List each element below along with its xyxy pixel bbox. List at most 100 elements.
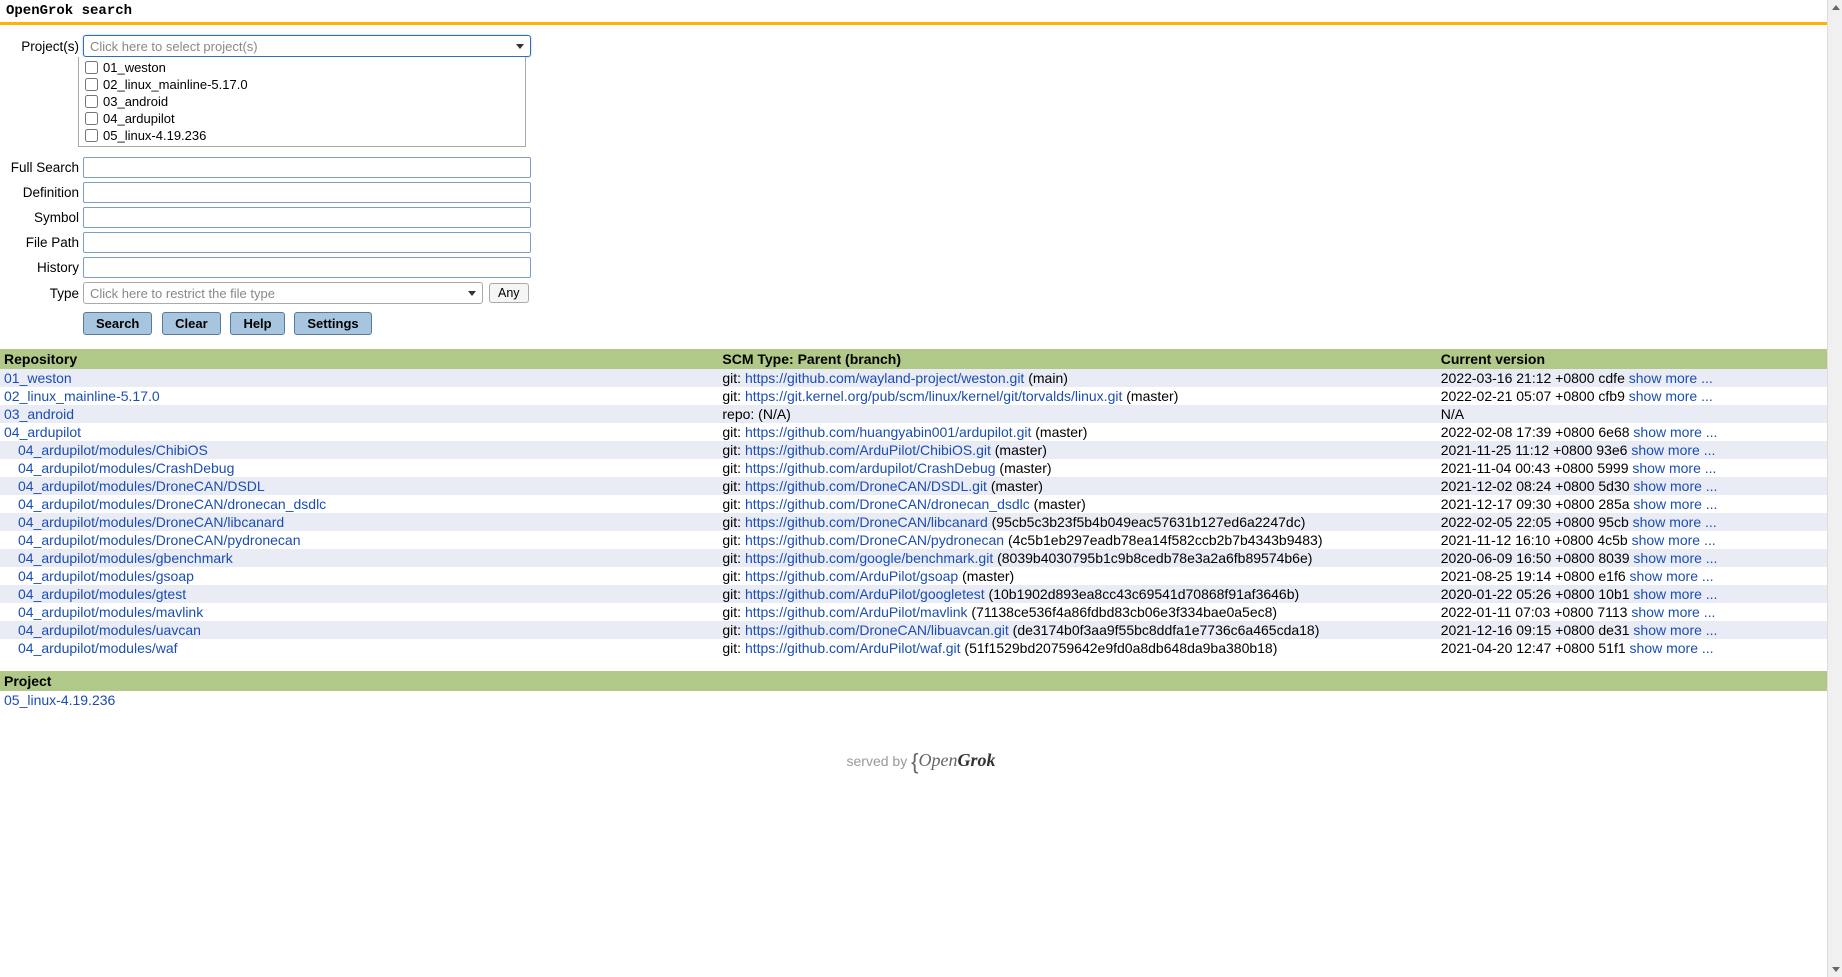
show-more-link[interactable]: show more ... <box>1629 370 1713 386</box>
scm-url[interactable]: https://git.kernel.org/pub/scm/linux/ker… <box>745 388 1122 404</box>
help-button[interactable]: Help <box>230 312 284 335</box>
scroll-down-icon[interactable] <box>1828 962 1842 977</box>
repo-link[interactable]: 02_linux_mainline-5.17.0 <box>4 388 160 404</box>
scm-prefix: git: <box>722 460 745 476</box>
repo-link[interactable]: 04_ardupilot/modules/gtest <box>18 586 186 602</box>
scm-url[interactable]: https://github.com/DroneCAN/libuavcan.gi… <box>745 622 1009 638</box>
scm-url[interactable]: https://github.com/ArduPilot/googletest <box>745 586 985 602</box>
repo-link[interactable]: 04_ardupilot/modules/uavcan <box>18 622 201 638</box>
scm-url[interactable]: https://github.com/DroneCAN/DSDL.git <box>745 478 987 494</box>
scm-url[interactable]: https://github.com/DroneCAN/pydronecan <box>745 532 1004 548</box>
definition-label: Definition <box>5 185 79 200</box>
settings-button[interactable]: Settings <box>294 312 371 335</box>
search-button[interactable]: Search <box>83 312 152 335</box>
project-option-label: 02_linux_mainline-5.17.0 <box>103 77 248 92</box>
repo-link[interactable]: 04_ardupilot/modules/ChibiOS <box>18 442 208 458</box>
project-checkbox[interactable] <box>85 95 98 108</box>
scm-url[interactable]: https://github.com/DroneCAN/libcanard <box>745 514 988 530</box>
type-label: Type <box>5 286 79 301</box>
scm-prefix: git: <box>722 568 745 584</box>
project-option[interactable]: 01_weston <box>79 59 525 76</box>
version-text: 2020-01-22 05:26 +0800 10b1 <box>1441 586 1634 602</box>
repo-link[interactable]: 04_ardupilot/modules/waf <box>18 640 178 656</box>
table-row: 04_ardupilot/modules/mavlinkgit: https:/… <box>0 603 1842 621</box>
version-text: 2021-12-17 09:30 +0800 285a <box>1441 496 1634 512</box>
scm-url[interactable]: https://github.com/ArduPilot/ChibiOS.git <box>745 442 991 458</box>
project-option[interactable]: 05_linux-4.19.236 <box>79 127 525 144</box>
show-more-link[interactable]: show more ... <box>1633 586 1717 602</box>
project-checkbox[interactable] <box>85 61 98 74</box>
footer: served by {OpenGrok <box>0 749 1842 775</box>
version-text: 2022-02-08 17:39 +0800 6e68 <box>1441 424 1634 440</box>
repo-link[interactable]: 01_weston <box>4 370 72 386</box>
project-option[interactable]: 02_linux_mainline-5.17.0 <box>79 76 525 93</box>
version-text: 2021-08-25 19:14 +0800 e1f6 <box>1441 568 1630 584</box>
show-more-link[interactable]: show more ... <box>1633 622 1717 638</box>
scm-branch: (main) <box>1024 370 1068 386</box>
table-row: 04_ardupilot/modules/ChibiOSgit: https:/… <box>0 441 1842 459</box>
show-more-link[interactable]: show more ... <box>1630 568 1714 584</box>
scm-prefix: git: <box>722 532 745 548</box>
project-option[interactable]: 03_android <box>79 93 525 110</box>
repo-link[interactable]: 04_ardupilot <box>4 424 81 440</box>
repo-link[interactable]: 04_ardupilot/modules/DroneCAN/dronecan_d… <box>18 496 326 512</box>
page-title: OpenGrok search <box>0 0 1842 22</box>
show-more-link[interactable]: show more ... <box>1632 532 1716 548</box>
repo-link[interactable]: 04_ardupilot/modules/DroneCAN/libcanard <box>18 514 284 530</box>
show-more-link[interactable]: show more ... <box>1633 424 1717 440</box>
scm-branch: (71138ce536f4a86fdbd83cb06e3f334bae0a5ec… <box>968 604 1278 620</box>
any-button[interactable]: Any <box>489 283 529 303</box>
definition-input[interactable] <box>83 182 531 203</box>
scm-prefix: git: <box>722 388 745 404</box>
scm-url[interactable]: https://github.com/ardupilot/CrashDebug <box>745 460 996 476</box>
scrollbar[interactable] <box>1827 0 1842 977</box>
scm-prefix: git: <box>722 586 745 602</box>
repo-link[interactable]: 04_ardupilot/modules/DroneCAN/DSDL <box>18 478 265 494</box>
scm-branch: (master) <box>996 460 1052 476</box>
scm-branch: (master) <box>958 568 1014 584</box>
symbol-input[interactable] <box>83 207 531 228</box>
repo-link[interactable]: 04_ardupilot/modules/gbenchmark <box>18 550 233 566</box>
show-more-link[interactable]: show more ... <box>1630 640 1714 656</box>
version-text: 2021-12-02 08:24 +0800 5d30 <box>1441 478 1634 494</box>
project-link[interactable]: 05_linux-4.19.236 <box>4 692 115 708</box>
version-text: 2021-11-12 16:10 +0800 4c5b <box>1441 532 1632 548</box>
repo-link[interactable]: 04_ardupilot/modules/DroneCAN/pydronecan <box>18 532 301 548</box>
repo-link[interactable]: 04_ardupilot/modules/gsoap <box>18 568 194 584</box>
file-path-input[interactable] <box>83 232 531 253</box>
show-more-link[interactable]: show more ... <box>1633 478 1717 494</box>
project-option-label: 05_linux-4.19.236 <box>103 128 206 143</box>
scm-url[interactable]: https://github.com/ArduPilot/waf.git <box>745 640 961 656</box>
project-checkbox[interactable] <box>85 129 98 142</box>
project-option[interactable]: 04_ardupilot <box>79 110 525 127</box>
show-more-link[interactable]: show more ... <box>1631 604 1715 620</box>
show-more-link[interactable]: show more ... <box>1633 514 1717 530</box>
repo-link[interactable]: 03_android <box>4 406 74 422</box>
scm-url[interactable]: https://github.com/google/benchmark.git <box>745 550 993 566</box>
show-more-link[interactable]: show more ... <box>1633 550 1717 566</box>
repo-link[interactable]: 04_ardupilot/modules/mavlink <box>18 604 203 620</box>
scm-url[interactable]: https://github.com/wayland-project/westo… <box>745 370 1024 386</box>
show-more-link[interactable]: show more ... <box>1633 496 1717 512</box>
scm-url[interactable]: https://github.com/ArduPilot/gsoap <box>745 568 958 584</box>
scm-url[interactable]: https://github.com/huangyabin001/ardupil… <box>745 424 1031 440</box>
version-text: 2022-02-21 05:07 +0800 cfb9 <box>1441 388 1629 404</box>
scm-url[interactable]: https://github.com/DroneCAN/dronecan_dsd… <box>745 496 1030 512</box>
repo-link[interactable]: 04_ardupilot/modules/CrashDebug <box>18 460 234 476</box>
full-search-input[interactable] <box>83 157 531 178</box>
project-section-header: Project <box>0 671 1842 691</box>
clear-button[interactable]: Clear <box>162 312 221 335</box>
history-input[interactable] <box>83 257 531 278</box>
chevron-down-icon <box>516 44 524 49</box>
show-more-link[interactable]: show more ... <box>1631 442 1715 458</box>
project-select[interactable]: Click here to select project(s) <box>83 35 531 57</box>
project-checkbox[interactable] <box>85 78 98 91</box>
project-checkbox[interactable] <box>85 112 98 125</box>
scm-prefix: repo: (N/A) <box>722 406 790 422</box>
type-select[interactable]: Click here to restrict the file type <box>83 282 483 304</box>
scroll-up-icon[interactable] <box>1828 0 1842 15</box>
show-more-link[interactable]: show more ... <box>1629 388 1713 404</box>
scm-branch: (master) <box>1122 388 1178 404</box>
scm-url[interactable]: https://github.com/ArduPilot/mavlink <box>745 604 968 620</box>
show-more-link[interactable]: show more ... <box>1632 460 1716 476</box>
